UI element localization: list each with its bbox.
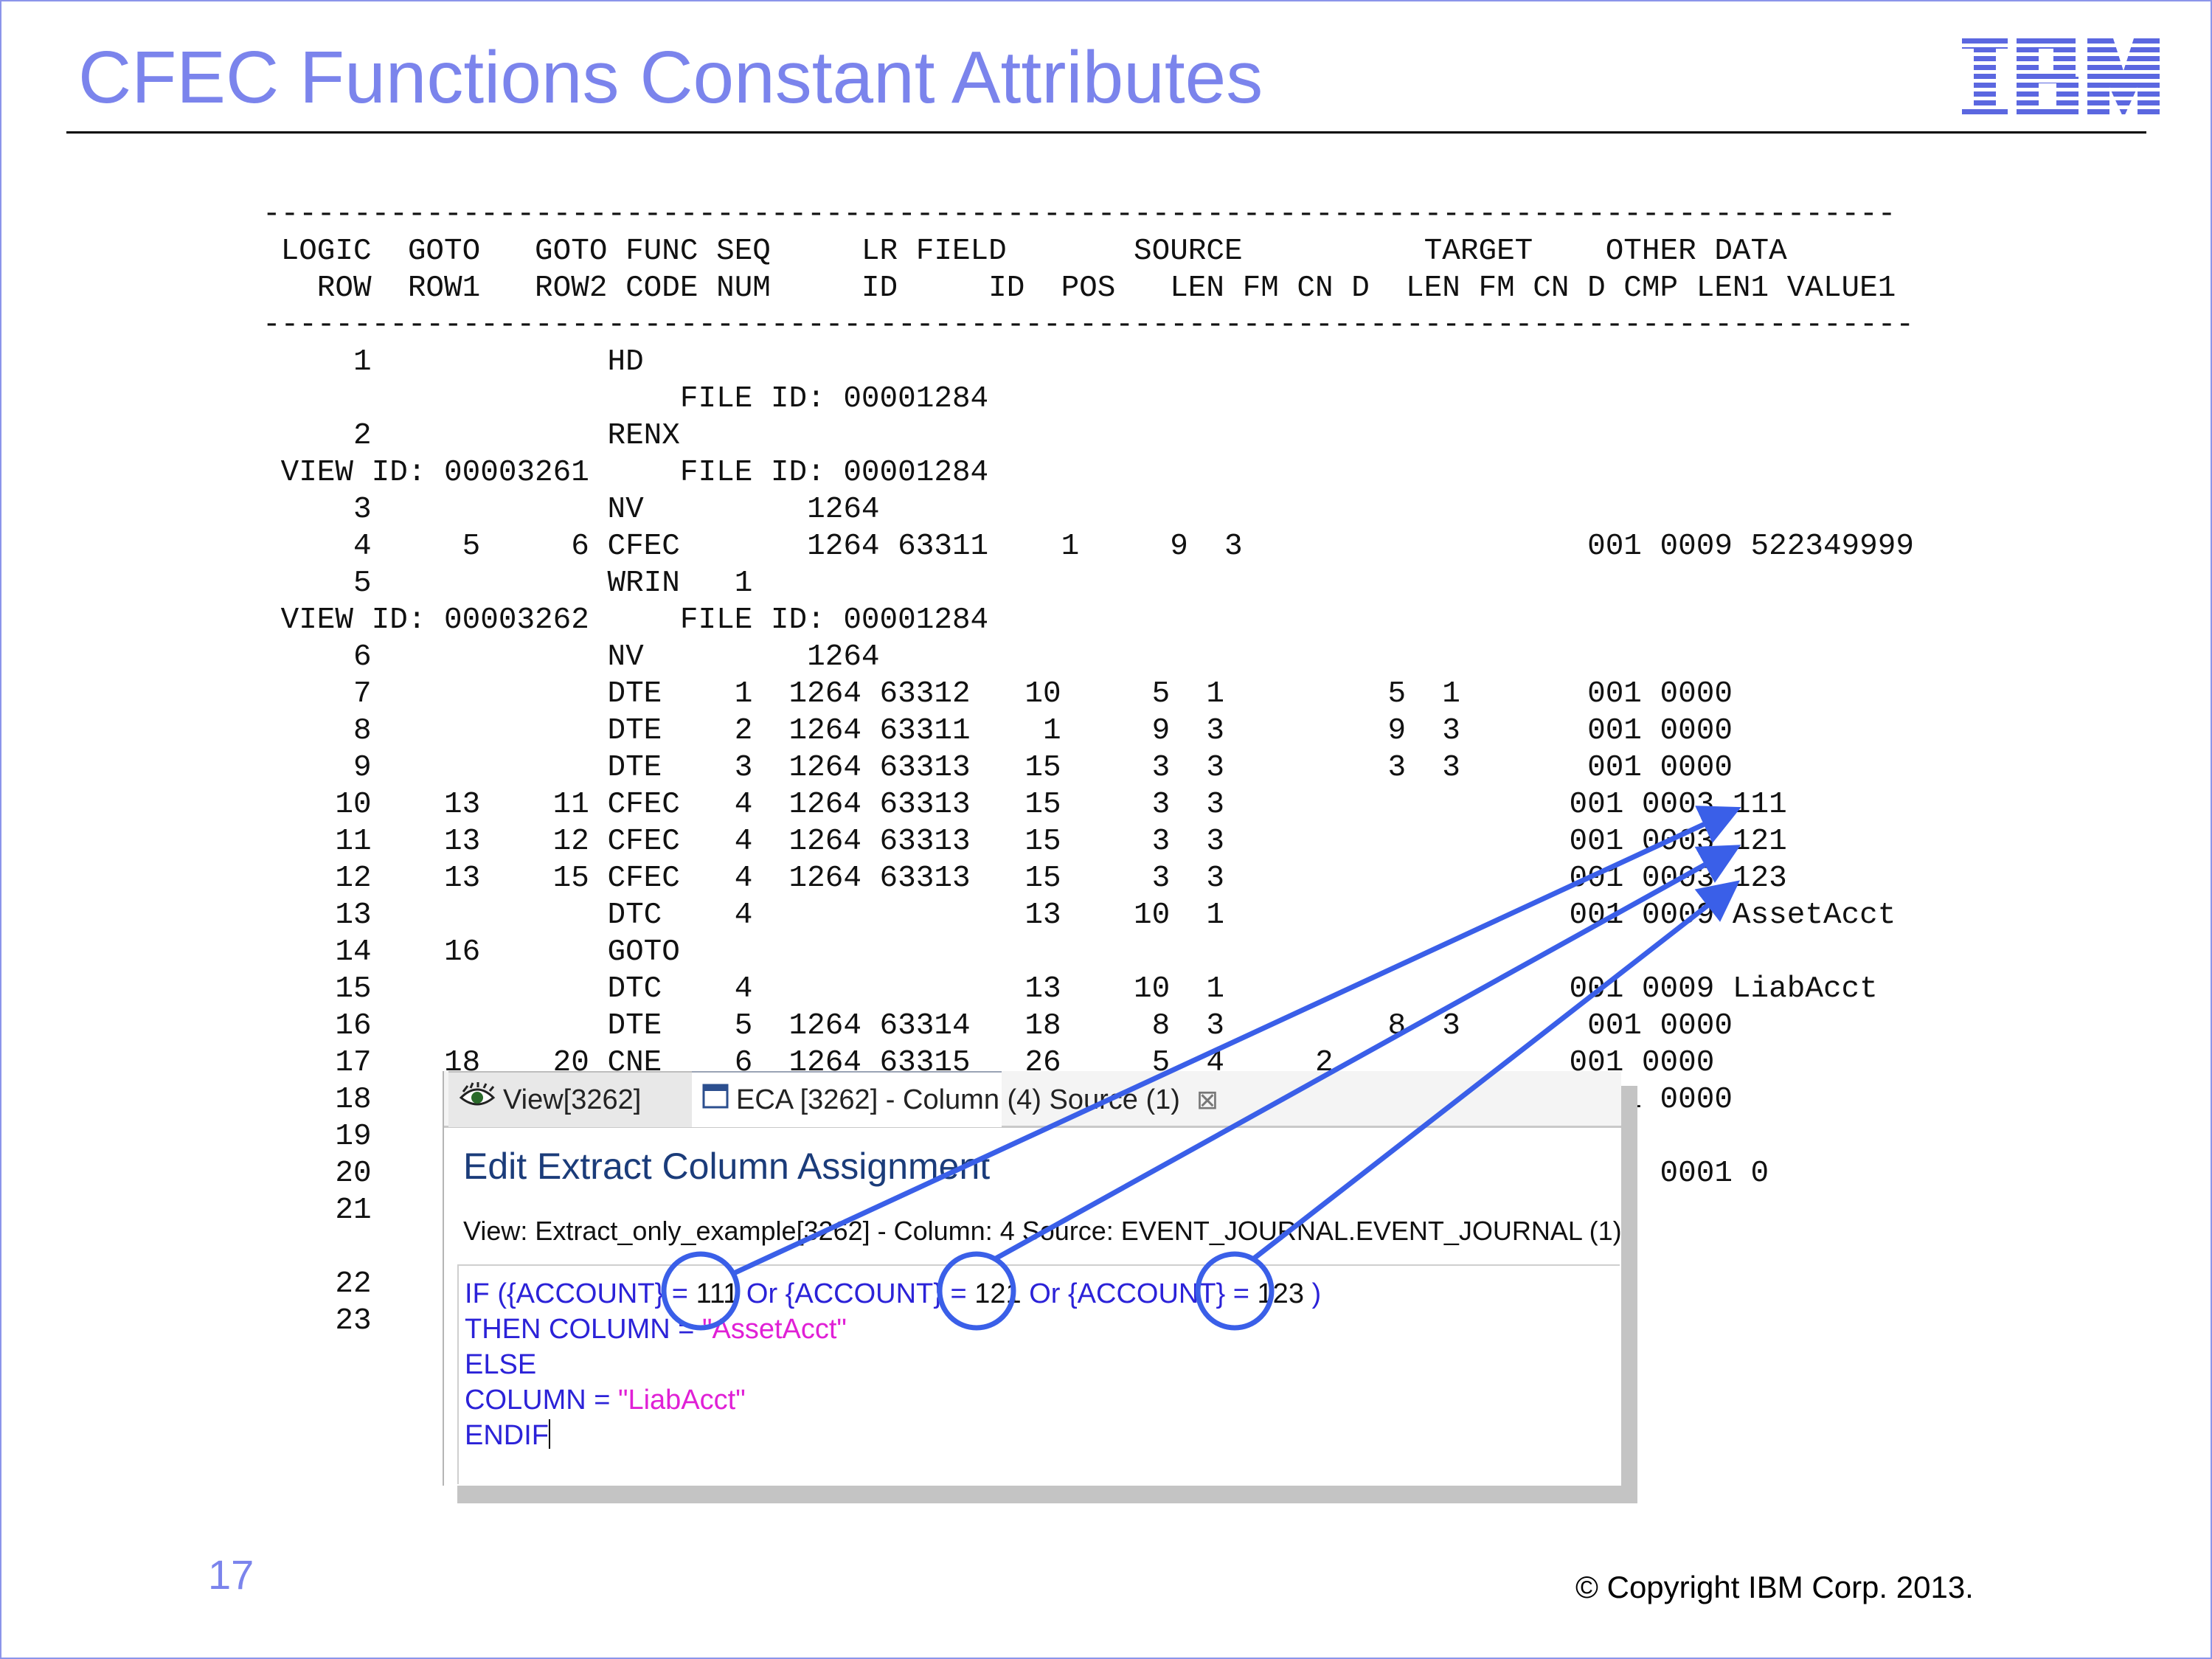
listing-line: 3 NV 1264 (263, 493, 880, 527)
code-value-111: 111 (696, 1278, 739, 1309)
listing-line: 8 DTE 2 1264 63311 1 9 3 9 3 001 0000 (263, 714, 1733, 748)
eye-icon (459, 1081, 496, 1118)
window-icon (702, 1084, 729, 1116)
listing-line: 9 DTE 3 1264 63313 15 3 3 3 3 001 0000 (263, 751, 1733, 785)
editor-heading: Edit Extract Column Assignment (463, 1146, 991, 1187)
copyright-notice: © Copyright IBM Corp. 2013. (1575, 1570, 1974, 1604)
listing-line: LOGIC GOTO GOTO FUNC SEQ LR FIELD SOURCE… (263, 235, 1787, 269)
tab-view-3262[interactable]: View[3262] (448, 1071, 693, 1127)
listing-line: 5 WRIN 1 (263, 567, 753, 600)
code-string-assetacct: "AssetAcct" (701, 1314, 847, 1345)
page-number: 17 (208, 1551, 254, 1598)
editor-tab-strip: View[3262] ECA [3262] - Column (4) Sourc… (444, 1071, 1621, 1128)
ibm-logo (1962, 38, 2160, 118)
listing-line: ----------------------------------------… (263, 308, 1914, 342)
listing-line: 21 (263, 1194, 372, 1227)
listing-line: 6 NV 1264 (263, 640, 880, 674)
logic-text-editor[interactable]: IF ({ACCOUNT} = 111 Or {ACCOUNT} = 121 O… (457, 1264, 1620, 1484)
close-tab-icon[interactable]: ⊠ (1196, 1084, 1218, 1115)
code-value-123: 123 (1257, 1278, 1304, 1309)
listing-line: 4 5 6 CFEC 1264 63311 1 9 3 001 0009 522… (263, 530, 1914, 564)
code-or-1: Or {ACCOUNT} = (738, 1278, 975, 1309)
window-body: View[3262] ECA [3262] - Column (4) Sourc… (443, 1071, 1622, 1486)
code-if-open: IF ({ACCOUNT} = (465, 1278, 696, 1309)
eca-editor-window: View[3262] ECA [3262] - Column (4) Sourc… (443, 1071, 1637, 1503)
listing-line: 16 DTE 5 1264 63314 18 8 3 8 3 001 0000 (263, 1009, 1733, 1043)
listing-line: 19 (263, 1120, 372, 1154)
code-column: COLUMN = (465, 1385, 618, 1416)
code-string-liabacct: "LiabAcct" (617, 1385, 746, 1416)
listing-line: 15 DTC 4 13 10 1 001 0009 LiabAcct (263, 972, 1878, 1006)
listing-line: 13 DTC 4 13 10 1 001 0009 AssetAcct (263, 898, 1896, 932)
code-if-close: ) (1303, 1278, 1322, 1309)
listing-line: 22 (263, 1267, 372, 1301)
listing-line: 14 16 GOTO (263, 935, 680, 969)
text-cursor (549, 1419, 550, 1449)
listing-line: 23 (263, 1304, 372, 1338)
logic-code: IF ({ACCOUNT} = 111 Or {ACCOUNT} = 121 O… (465, 1276, 1321, 1453)
listing-line: ROW ROW1 ROW2 CODE NUM ID ID POS LEN FM … (263, 271, 1896, 305)
tab-eca-column-source[interactable]: ECA [3262] - Column (4) Source (1) ⊠ (692, 1071, 1218, 1127)
code-or-2: Or {ACCOUNT} = (1021, 1278, 1258, 1309)
listing-line: VIEW ID: 00003261 FILE ID: 00001284 (263, 456, 989, 490)
code-endif: ENDIF (465, 1420, 549, 1451)
code-then-column: THEN COLUMN = (465, 1314, 702, 1345)
code-value-121: 121 (974, 1278, 1022, 1309)
tab-eca-label: ECA [3262] - Column (4) Source (1) (736, 1084, 1180, 1115)
tab-view-label: View[3262] (503, 1084, 642, 1115)
listing-line: FILE ID: 00001284 (263, 382, 989, 416)
listing-line: 11 13 12 CFEC 4 1264 63313 15 3 3 001 00… (263, 825, 1787, 859)
listing-line: 10 13 11 CFEC 4 1264 63313 15 3 3 001 00… (263, 788, 1787, 822)
listing-line: 12 13 15 CFEC 4 1264 63313 15 3 3 001 00… (263, 862, 1787, 896)
listing-line: 7 DTE 1 1264 63312 10 5 1 5 1 001 0000 (263, 677, 1733, 711)
listing-line: 1 HD (263, 345, 644, 379)
listing-line: ----------------------------------------… (263, 198, 1896, 232)
listing-line: VIEW ID: 00003262 FILE ID: 00001284 (263, 603, 989, 637)
slide-title: CFEC Functions Constant Attributes (78, 36, 1263, 119)
code-else: ELSE (465, 1349, 537, 1380)
editor-subtitle: View: Extract_only_example[3262] - Colum… (463, 1216, 1622, 1246)
title-divider (66, 131, 2146, 134)
listing-line: 2 RENX (263, 419, 680, 453)
